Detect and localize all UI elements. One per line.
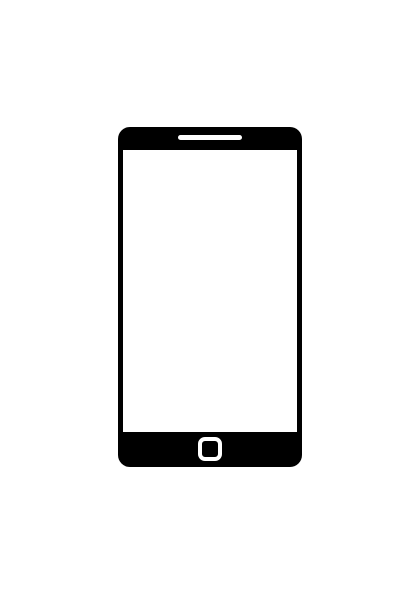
phone-screen xyxy=(123,150,297,432)
speaker-grille-icon xyxy=(178,135,242,140)
smartphone-icon xyxy=(118,127,302,467)
home-button-icon xyxy=(198,437,222,461)
